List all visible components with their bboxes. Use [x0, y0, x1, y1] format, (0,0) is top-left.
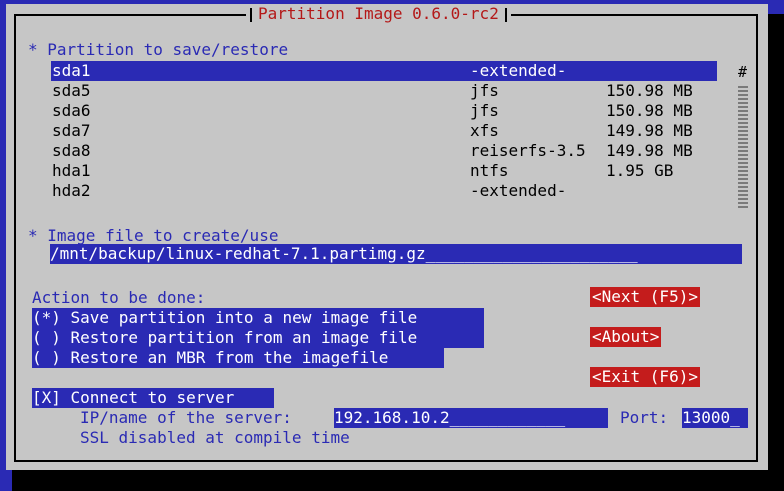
window-shadow-bottom [12, 470, 784, 491]
partition-list-scrollbar[interactable] [738, 86, 748, 208]
image-file-label: * Image file to create/use [28, 226, 279, 245]
partition-name: sda1 [52, 61, 91, 80]
partition-name: sda6 [52, 101, 91, 120]
partition-name: sda7 [52, 121, 91, 140]
image-file-input[interactable]: /mnt/backup/linux-redhat-7.1.partimg.gz_… [50, 244, 742, 264]
partition-fs: -extended- [470, 181, 567, 200]
partition-section-label: * Partition to save/restore [28, 40, 289, 59]
port-label: Port: [620, 408, 669, 427]
server-ip-label: IP/name of the server: [80, 408, 292, 427]
radio-save-partition[interactable]: (*) Save partition into a new image file [32, 308, 484, 328]
ssl-note: SSL disabled at compile time [80, 428, 350, 447]
partition-selected-highlight [51, 61, 717, 81]
partition-name: sda5 [52, 81, 91, 100]
window-shadow-right [768, 14, 784, 486]
next-button[interactable]: <Next (F5)> [590, 287, 700, 307]
partition-size: 150.98 MB [606, 101, 693, 120]
about-button[interactable]: <About> [590, 327, 662, 347]
partition-size: 1.95 GB [606, 161, 674, 180]
connect-server-checkbox[interactable]: [X] Connect to server [32, 388, 274, 408]
dialog-title: Partition Image 0.6.0-rc2 [246, 4, 511, 24]
partition-size: 150.98 MB [606, 81, 693, 100]
partition-fs: reiserfs-3.5 [470, 141, 586, 160]
partition-name: hda1 [52, 161, 91, 180]
partition-fs: -extended- [470, 61, 567, 80]
partition-size: 149.98 MB [606, 141, 693, 160]
radio-restore-mbr[interactable]: ( ) Restore an MBR from the imagefile [32, 348, 444, 368]
partimage-dialog: Partition Image 0.6.0-rc2 * Partition to… [6, 4, 768, 470]
partition-fs: ntfs [470, 161, 509, 180]
scrollbar-marker: # [738, 63, 748, 81]
radio-restore-partition[interactable]: ( ) Restore partition from an image file [32, 328, 484, 348]
exit-button[interactable]: <Exit (F6)> [590, 367, 700, 387]
partition-fs: jfs [470, 101, 499, 120]
port-input[interactable]: 13000_ [682, 408, 748, 428]
partition-fs: jfs [470, 81, 499, 100]
action-label: Action to be done: [32, 288, 206, 307]
server-ip-input[interactable]: 192.168.10.2____________ [334, 408, 608, 428]
partition-name: sda8 [52, 141, 91, 160]
partition-size: 149.98 MB [606, 121, 693, 140]
partition-fs: xfs [470, 121, 499, 140]
partition-name: hda2 [52, 181, 91, 200]
